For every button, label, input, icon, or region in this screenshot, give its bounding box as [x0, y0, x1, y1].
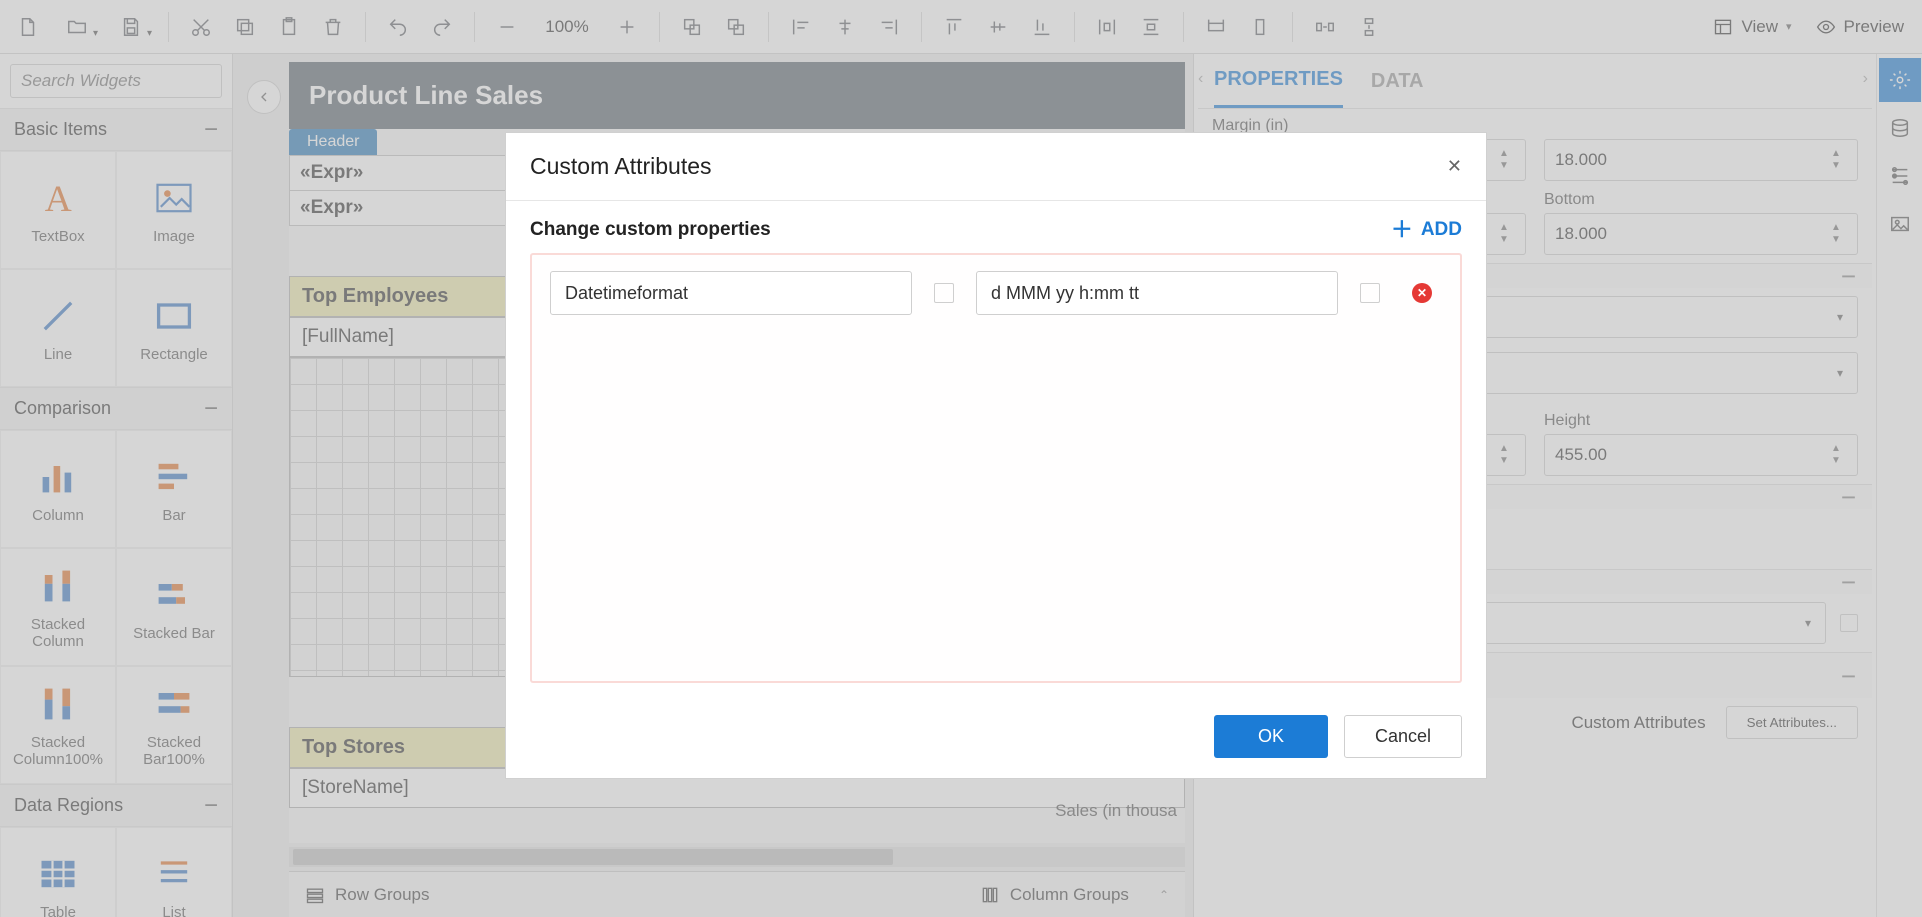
- attribute-value-input[interactable]: [976, 271, 1338, 315]
- attribute-value-checkbox[interactable]: [1360, 283, 1380, 303]
- attribute-name-checkbox[interactable]: [934, 283, 954, 303]
- delete-attribute-button[interactable]: ✕: [1412, 283, 1432, 303]
- add-attribute-button[interactable]: ＋ADD: [1391, 219, 1462, 241]
- attribute-row: ✕: [550, 271, 1442, 315]
- dialog-title: Custom Attributes: [530, 153, 712, 180]
- ok-button[interactable]: OK: [1214, 715, 1328, 758]
- close-button[interactable]: ✕: [1447, 156, 1462, 177]
- attribute-name-input[interactable]: [550, 271, 912, 315]
- cancel-button[interactable]: Cancel: [1344, 715, 1462, 758]
- custom-attributes-dialog: Custom Attributes ✕ Change custom proper…: [505, 132, 1487, 779]
- dialog-subtitle: Change custom properties: [530, 219, 771, 241]
- attributes-container: ✕: [530, 253, 1462, 683]
